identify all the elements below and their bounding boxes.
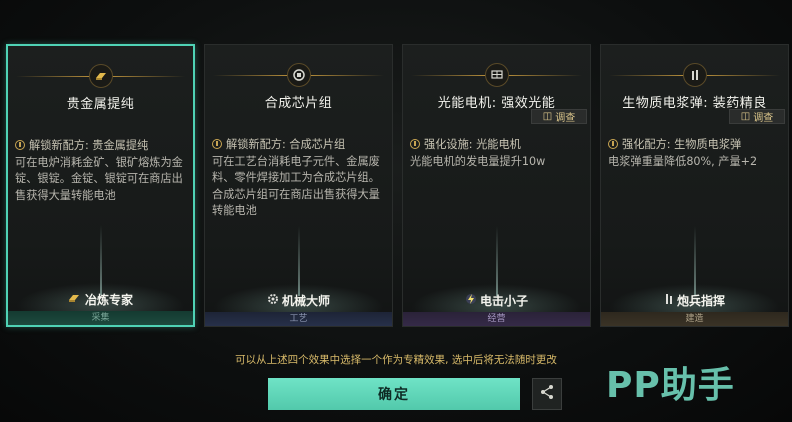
card-role-label: 炮兵指挥: [676, 294, 725, 308]
card-desc-rest: 电浆弹重量降低80%, 产量+2: [608, 154, 758, 168]
card-description: 强化配方: 生物质电浆弹 电浆弹重量降低80%, 产量+2: [608, 137, 780, 170]
card-synthetic-chipset[interactable]: 合成芯片组 解锁新配方: 合成芯片组 可在工艺台消耗电子元件、金属废料、零件焊接…: [204, 44, 393, 327]
inspect-icon: ◫: [740, 111, 751, 122]
card-role: 机械大师: [205, 292, 392, 309]
info-icon: [212, 139, 222, 149]
confirm-button[interactable]: 确定: [268, 378, 520, 410]
gear-icon: [267, 293, 279, 308]
card-bio-plasma-shell[interactable]: 生物质电浆弹: 装药精良 ◫ 调查 强化配方: 生物质电浆弹 电浆弹重量降低80…: [600, 44, 789, 327]
card-category: 经营: [403, 312, 590, 326]
inspect-label: 调查: [555, 113, 576, 124]
card-category: 建造: [601, 312, 788, 326]
share-button[interactable]: [532, 378, 562, 410]
card-desc-rest: 光能电机的发电量提升10w: [410, 154, 546, 168]
shell-icon: [682, 63, 707, 87]
gold-ingot-icon: [88, 64, 113, 88]
card-description: 解锁新配方: 合成芯片组 可在工艺台消耗电子元件、金属废料、零件焊接加工为合成芯…: [212, 137, 384, 220]
inspect-icon: ◫: [542, 111, 553, 122]
inspect-button[interactable]: ◫ 调查: [729, 109, 785, 124]
card-desc-first: 解锁新配方: 贵金属提纯: [29, 139, 149, 152]
solar-panel-icon: [484, 63, 509, 87]
card-role: 炮兵指挥: [601, 292, 788, 309]
card-desc-first: 强化配方: 生物质电浆弹: [622, 138, 742, 151]
card-desc-rest: 可在电炉消耗金矿、银矿熔炼为金锭、银锭。金锭、银锭可在商店出售获得大量转能电池: [15, 155, 183, 202]
info-icon: [15, 140, 25, 150]
card-desc-first: 解锁新配方: 合成芯片组: [226, 138, 346, 151]
specialization-cards: 贵金属提纯 解锁新配方: 贵金属提纯 可在电炉消耗金矿、银矿熔炼为金锭、银锭。金…: [6, 44, 789, 329]
card-role-label: 冶炼专家: [84, 293, 133, 307]
card-category: 工艺: [205, 312, 392, 326]
card-description: 强化设施: 光能电机 光能电机的发电量提升10w: [410, 137, 582, 170]
smelter-icon: [68, 292, 82, 307]
card-title: 贵金属提纯: [66, 97, 135, 112]
card-role: 冶炼专家: [8, 291, 193, 308]
watermark: PP助手: [606, 365, 735, 406]
chip-icon: [286, 63, 311, 87]
artillery-icon: [664, 293, 674, 308]
card-role-label: 机械大师: [281, 294, 330, 308]
info-icon: [608, 139, 618, 149]
card-solar-motor[interactable]: 光能电机: 强效光能 ◫ 调查 强化设施: 光能电机 光能电机的发电量提升10w…: [402, 44, 591, 327]
card-desc-rest: 可在工艺台消耗电子元件、金属废料、零件焊接加工为合成芯片组。合成芯片组可在商店出…: [212, 154, 380, 218]
inspect-button[interactable]: ◫ 调查: [531, 109, 587, 124]
card-title: 合成芯片组: [264, 96, 333, 111]
card-desc-first: 强化设施: 光能电机: [424, 138, 521, 151]
card-role: 电击小子: [403, 292, 590, 309]
card-description: 解锁新配方: 贵金属提纯 可在电炉消耗金矿、银矿熔炼为金锭、银锭。金锭、银锭可在…: [15, 138, 185, 204]
card-precious-metal-refining[interactable]: 贵金属提纯 解锁新配方: 贵金属提纯 可在电炉消耗金矿、银矿熔炼为金锭、银锭。金…: [6, 44, 195, 327]
share-icon: [539, 384, 555, 404]
inspect-label: 调查: [753, 113, 774, 124]
info-icon: [410, 139, 420, 149]
card-role-label: 电击小子: [479, 294, 528, 308]
card-category: 采集: [8, 311, 193, 325]
lightning-icon: [465, 293, 477, 308]
